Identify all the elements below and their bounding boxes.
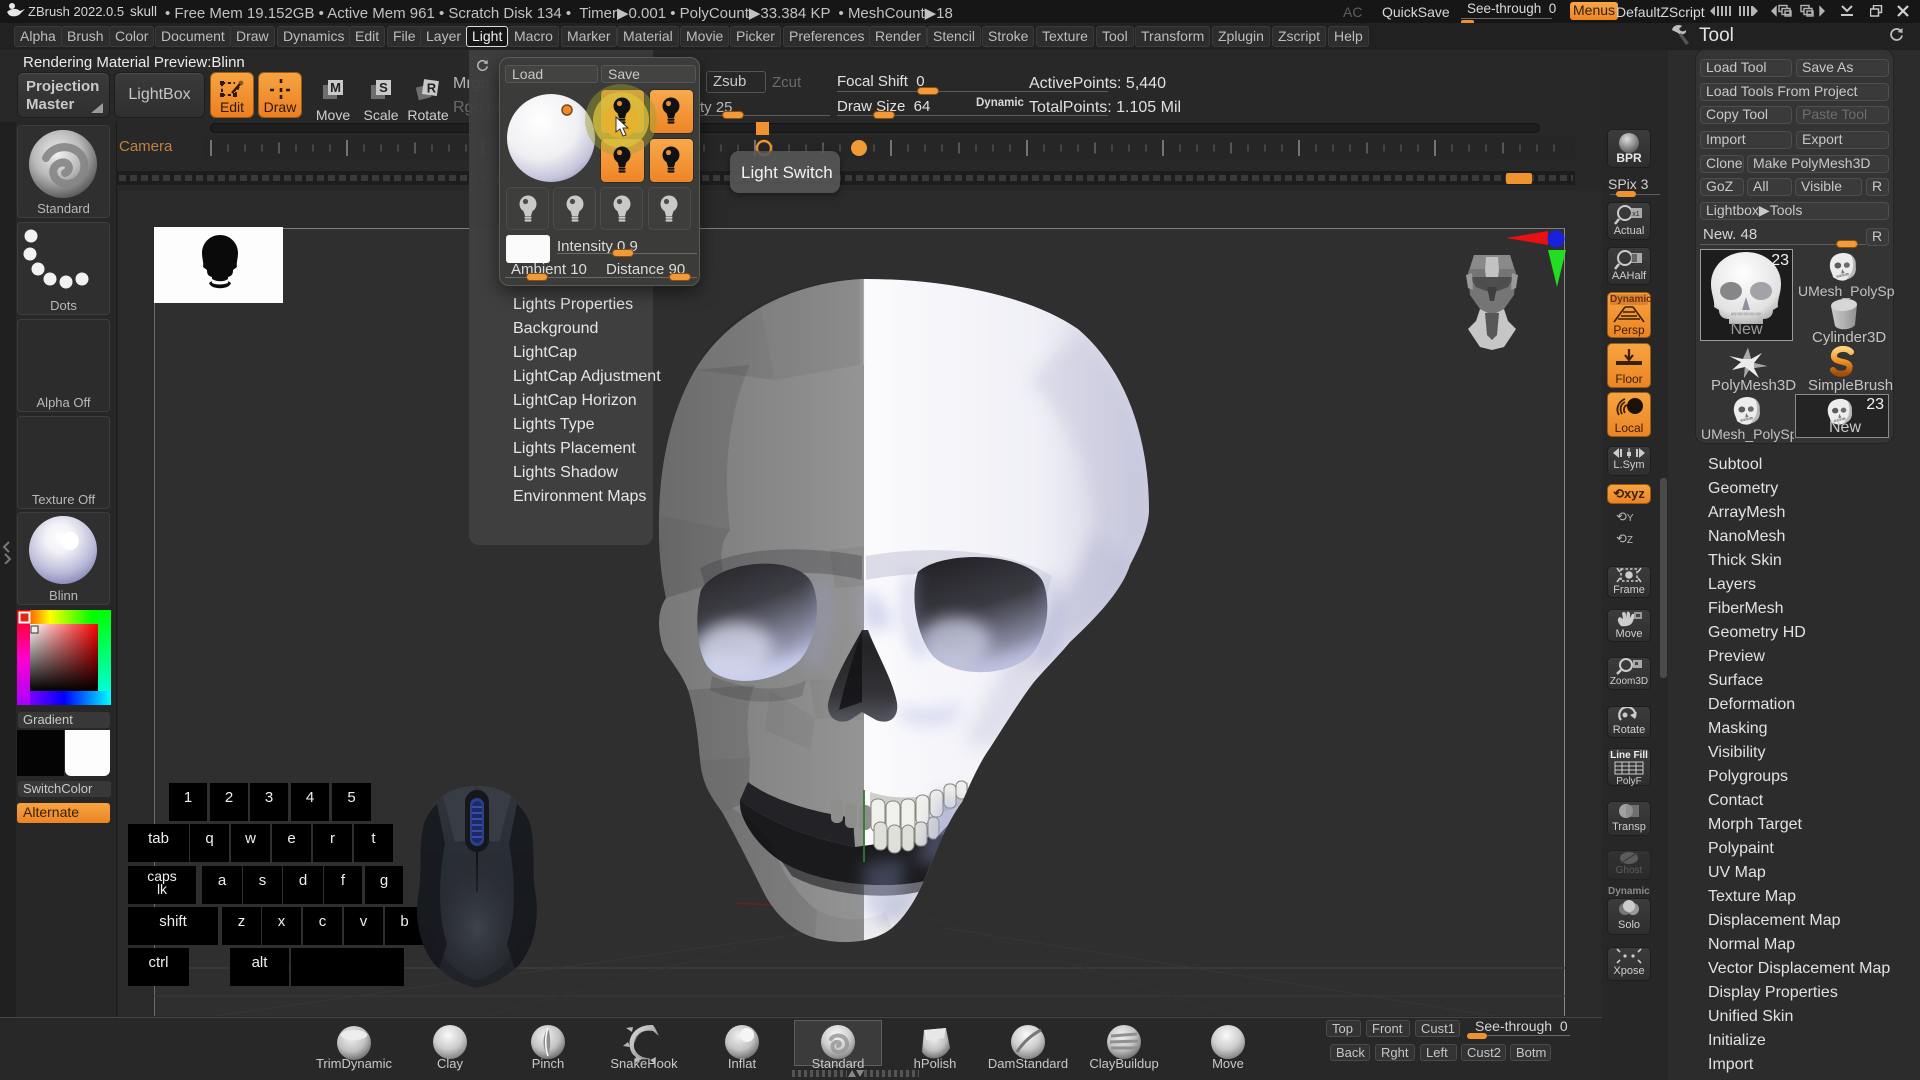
svg-text:S: S (379, 80, 388, 95)
svg-text:x1: x1 (1632, 211, 1640, 218)
svg-text:R: R (427, 81, 437, 96)
svg-text:M: M (330, 80, 341, 95)
